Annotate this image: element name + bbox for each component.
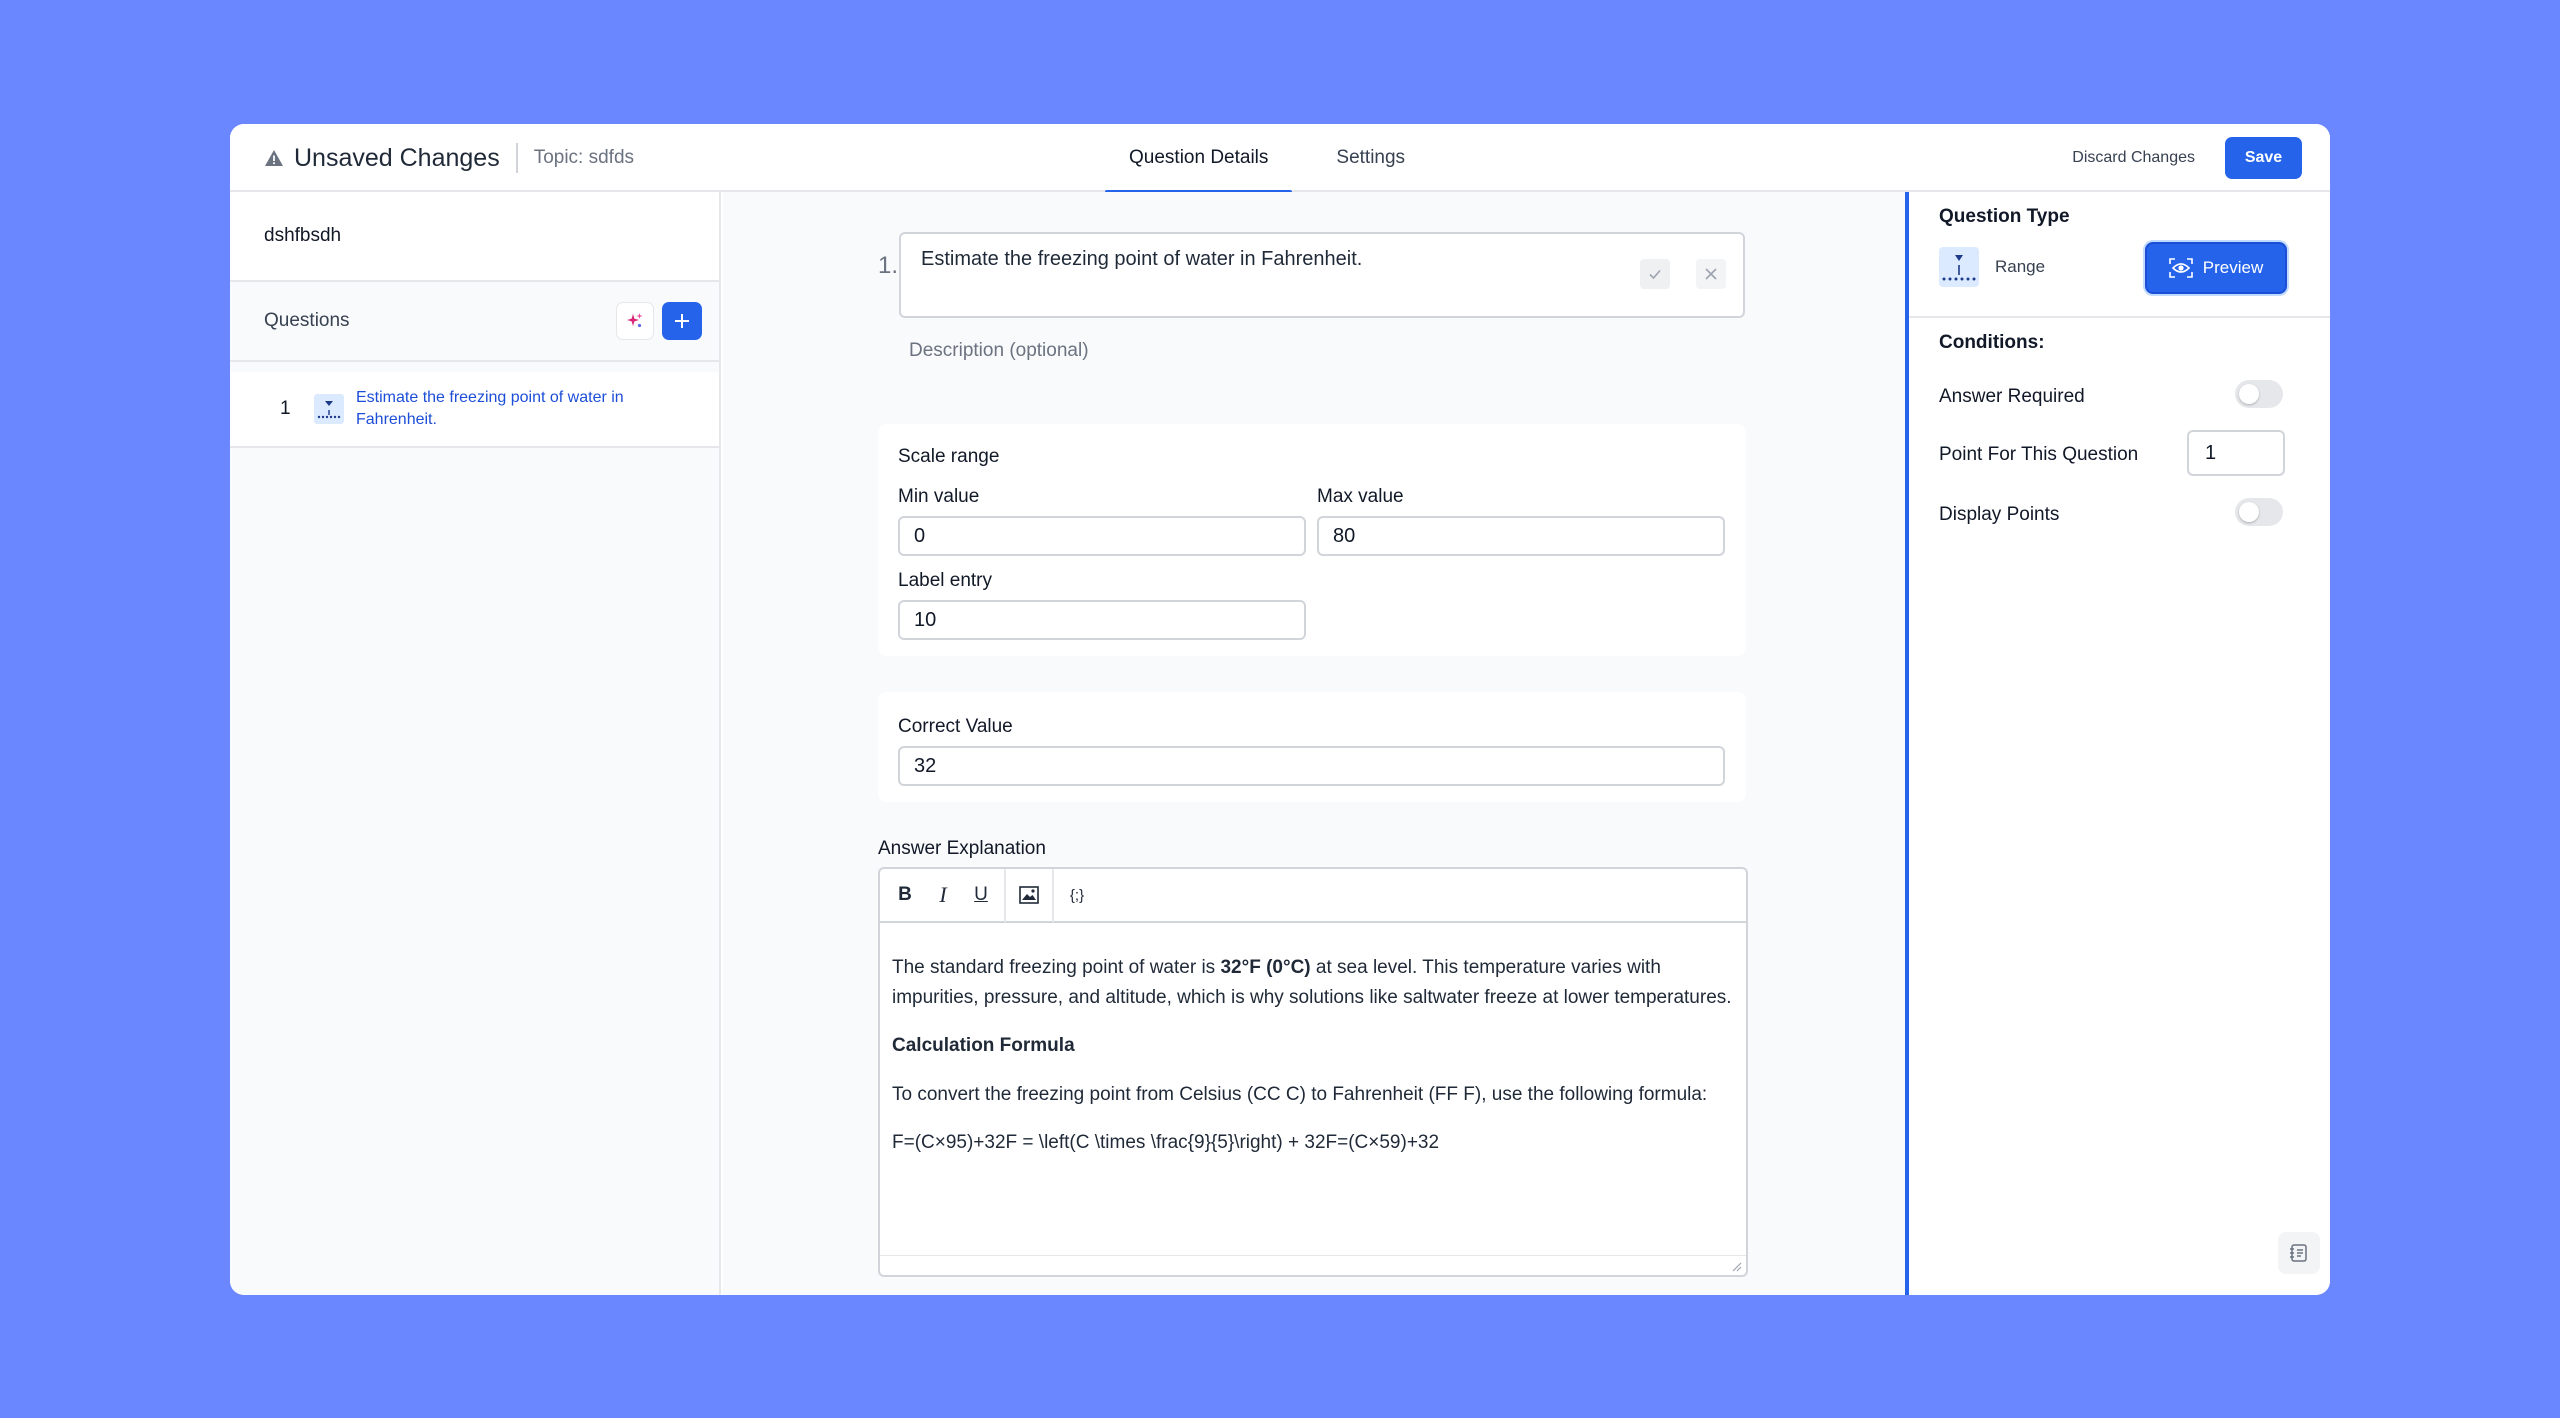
- warning-icon: [265, 150, 283, 166]
- display-points-toggle[interactable]: [2235, 498, 2283, 526]
- notes-icon: [2290, 1244, 2307, 1262]
- toolbar-divider: [1004, 869, 1006, 922]
- answer-explanation-editor[interactable]: B I U {;} The standard freezing point of…: [878, 867, 1748, 1277]
- cancel-question-button[interactable]: [1696, 259, 1726, 289]
- scale-range-card: Scale range Min value Max value Label en…: [878, 424, 1746, 656]
- underline-button[interactable]: U: [962, 876, 1000, 914]
- right-panel: Question Type Range Preview Conditions: …: [1905, 192, 2330, 1295]
- description-field[interactable]: Description (optional): [909, 340, 1089, 362]
- scale-range-heading: Scale range: [898, 446, 1000, 467]
- header-divider: [515, 143, 518, 173]
- sparkle-icon: [627, 313, 643, 328]
- preview-button[interactable]: Preview: [2145, 242, 2287, 294]
- text-run: The standard freezing point of water is: [892, 957, 1221, 978]
- answer-required-toggle[interactable]: [2235, 380, 2283, 408]
- points-label: Point For This Question: [1939, 444, 2139, 465]
- correct-value-input[interactable]: [898, 746, 1725, 786]
- check-icon: [1649, 269, 1661, 280]
- image-icon: [1019, 886, 1039, 904]
- left-sidebar: dshfbsdh Questions 1 Estimate the freezi…: [230, 192, 721, 1295]
- min-value-input[interactable]: [898, 516, 1306, 556]
- points-input[interactable]: [2187, 430, 2285, 476]
- tab-bar: Question Details Settings: [1105, 124, 1429, 194]
- questions-header: Questions: [230, 282, 719, 362]
- editor-resize-bar: [880, 1255, 1746, 1275]
- topic-label: Topic: sdfds: [533, 147, 635, 168]
- discard-changes-button[interactable]: Discard Changes: [2072, 149, 2195, 167]
- label-entry-label: Label entry: [898, 570, 993, 591]
- correct-value-label: Correct Value: [898, 716, 1013, 737]
- max-value-input[interactable]: [1317, 516, 1725, 556]
- question-list-text: Estimate the freezing point of water in …: [356, 389, 624, 428]
- notes-button[interactable]: [2278, 1232, 2320, 1274]
- quiz-name: dshfbsdh: [230, 192, 719, 282]
- editor-toolbar: B I U {;}: [880, 869, 1746, 923]
- formula-text: F=(C×95)+32F = \left(C \times \frac{9}{5…: [892, 1132, 1440, 1153]
- question-number: 1.: [878, 252, 899, 279]
- add-question-button[interactable]: [662, 302, 702, 340]
- tab-settings[interactable]: Settings: [1312, 124, 1429, 192]
- insert-code-button[interactable]: {;}: [1058, 876, 1096, 914]
- explanation-paragraph: To convert the freezing point from Celsi…: [892, 1083, 1708, 1105]
- italic-button[interactable]: I: [924, 876, 962, 914]
- question-list-number: 1: [280, 398, 291, 419]
- app-window: Unsaved Changes Topic: sdfds Question De…: [230, 124, 2330, 1295]
- question-type-name: Range: [1995, 257, 2046, 276]
- save-button[interactable]: Save: [2225, 137, 2302, 179]
- plus-icon: [675, 314, 689, 328]
- bold-text: 32°F (0°C): [1220, 957, 1311, 978]
- toggle-knob: [2239, 384, 2259, 404]
- header-left: Unsaved Changes Topic: sdfds: [264, 124, 634, 192]
- top-bar: Unsaved Changes Topic: sdfds Question De…: [230, 124, 2330, 194]
- range-type-icon: [1939, 247, 1979, 287]
- explanation-paragraph: The standard freezing point of water is …: [892, 953, 1734, 1012]
- display-points-label: Display Points: [1939, 504, 2060, 525]
- explanation-content[interactable]: The standard freezing point of water is …: [880, 923, 1746, 1158]
- answer-required-label: Answer Required: [1939, 386, 2085, 407]
- questions-label: Questions: [264, 310, 350, 331]
- range-type-icon: [314, 394, 344, 424]
- correct-value-card: Correct Value: [878, 692, 1746, 802]
- header-actions: Discard Changes Save: [2072, 124, 2302, 192]
- explanation-heading: Calculation Formula: [892, 1035, 1075, 1056]
- resize-handle-icon[interactable]: [1730, 1260, 1742, 1272]
- page-title: Unsaved Changes: [294, 143, 500, 172]
- label-entry-input[interactable]: [898, 600, 1306, 640]
- conditions-heading: Conditions:: [1939, 332, 2045, 353]
- confirm-question-button[interactable]: [1640, 259, 1670, 289]
- close-icon: [1705, 268, 1717, 280]
- max-value-label: Max value: [1317, 486, 1404, 507]
- insert-image-button[interactable]: [1010, 876, 1048, 914]
- preview-label: Preview: [2202, 258, 2264, 277]
- toolbar-divider: [1052, 869, 1054, 922]
- bold-button[interactable]: B: [886, 876, 924, 914]
- toggle-knob: [2239, 502, 2259, 522]
- answer-explanation-label: Answer Explanation: [878, 838, 1046, 859]
- question-text-input[interactable]: Estimate the freezing point of water in …: [899, 232, 1745, 318]
- question-list-item[interactable]: 1 Estimate the freezing point of water i…: [230, 372, 719, 448]
- eye-icon: [2168, 258, 2193, 278]
- panel-divider: [1909, 316, 2330, 318]
- min-value-label: Min value: [898, 486, 980, 507]
- tab-question-details[interactable]: Question Details: [1105, 124, 1293, 194]
- question-type-label: Question Type: [1939, 206, 2070, 227]
- ai-generate-button[interactable]: [616, 302, 654, 340]
